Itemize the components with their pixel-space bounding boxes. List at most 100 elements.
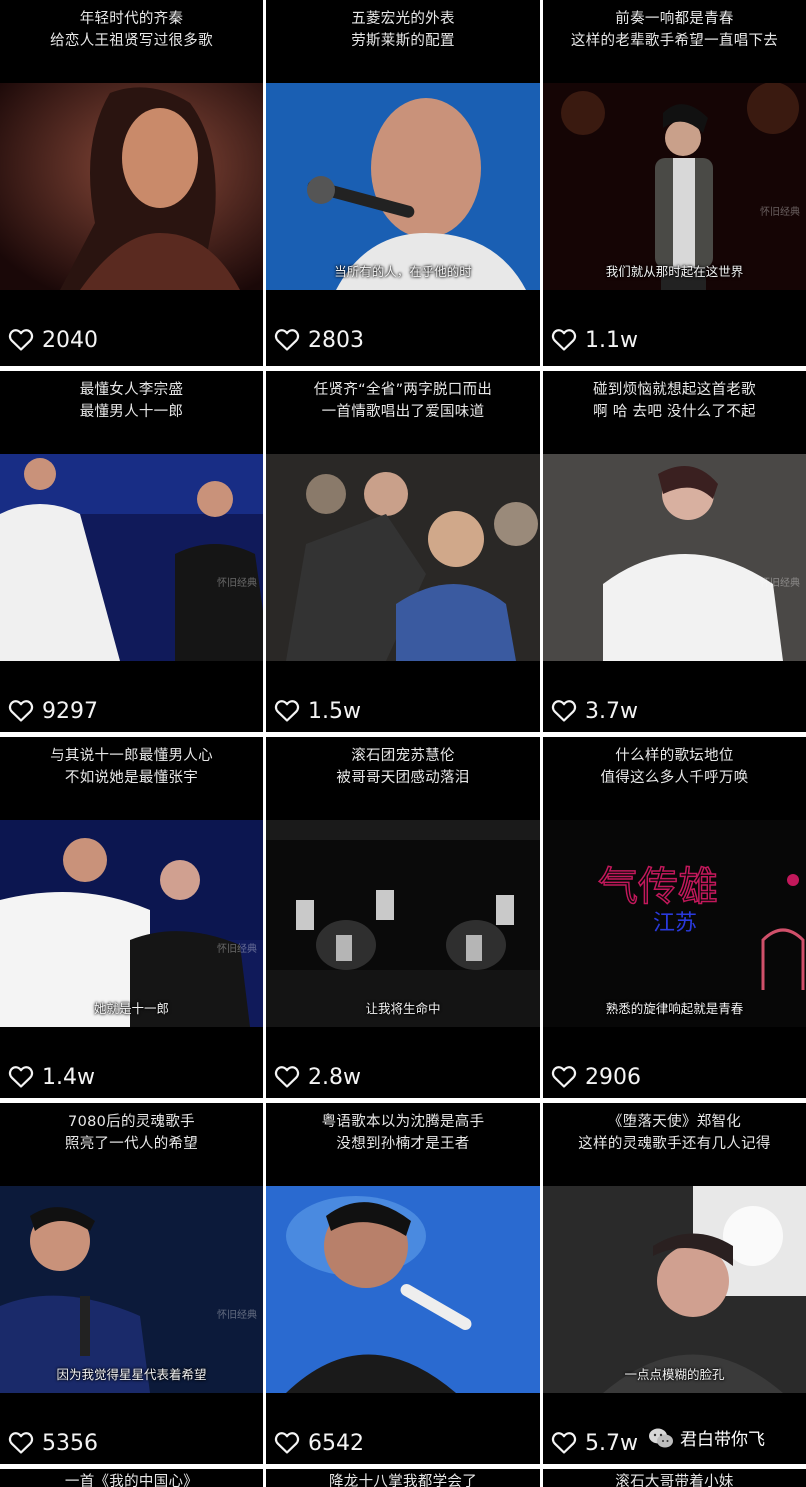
video-subtitle: 我们就从那时起在这世界 (605, 264, 744, 279)
video-thumbnail[interactable]: 我们就从那时起在这世界 怀旧经典 (543, 83, 806, 290)
thumbnail-image (266, 820, 540, 1027)
heart-outline-icon[interactable] (274, 1431, 300, 1455)
like-counter[interactable]: 1.1w (551, 326, 638, 354)
thumbnail-image (266, 454, 540, 661)
video-caption: 碰到烦恼就想起这首老歌啊 哈 去吧 没什么了不起 (543, 379, 806, 423)
video-card[interactable]: 一首《我的中国心》 (0, 1469, 263, 1487)
like-count: 2.8w (308, 1064, 361, 1090)
video-card[interactable]: 任贤齐“全省”两字脱口而出 一首情歌唱出了爱国味道 1.5w (266, 371, 540, 732)
thumbnail-image (266, 1186, 540, 1393)
like-counter[interactable]: 3.7w (551, 697, 638, 725)
video-thumbnail[interactable] (266, 454, 540, 661)
video-thumbnail[interactable]: 怀旧经典 (543, 454, 806, 661)
like-counter[interactable]: 5.7w (551, 1429, 638, 1457)
heart-outline-icon[interactable] (8, 1065, 34, 1089)
video-card[interactable]: 什么样的歌坛地位 值得这么多人千呼万唤 气传雄 江苏 熟悉的旋律响起就是青春 29… (543, 737, 806, 1098)
heart-outline-icon[interactable] (274, 328, 300, 352)
video-card[interactable]: 7080后的灵魂歌手 照亮了一代人的希望 因为我觉得星星代表着希望 怀旧经典 535… (0, 1103, 263, 1464)
account-watermark: 君白带你飞 (648, 1425, 765, 1450)
heart-outline-icon[interactable] (551, 328, 577, 352)
like-count: 1.1w (585, 327, 638, 353)
video-thumbnail[interactable] (266, 1186, 540, 1393)
like-counter[interactable]: 1.5w (274, 697, 361, 725)
video-thumbnail[interactable]: 气传雄 江苏 熟悉的旋律响起就是青春 (543, 820, 806, 1027)
caption-line: 7080后的灵魂歌手 (68, 1114, 195, 1130)
caption-line: 五菱宏光的外表 (351, 11, 455, 27)
video-card[interactable]: 与其说十一郎最懂男人心 不如说她是最懂张宇 她就是十一郎 怀旧经典 1.4w (0, 737, 263, 1098)
video-caption: 降龙十八掌我都学会了 (266, 1471, 540, 1487)
thumbnail-image: 气传雄 江苏 (543, 820, 806, 1027)
thumbnail-image (0, 454, 263, 661)
channel-watermark: 怀旧经典 (217, 578, 257, 589)
video-card[interactable]: 降龙十八掌我都学会了 (266, 1469, 540, 1487)
like-counter[interactable]: 2.8w (274, 1063, 361, 1091)
heart-outline-icon[interactable] (551, 1431, 577, 1455)
video-card[interactable]: 碰到烦恼就想起这首老歌啊 哈 去吧 没什么了不起 怀旧经典 3.7w (543, 371, 806, 732)
stage-sign-text: 江苏 (653, 911, 697, 936)
heart-outline-icon[interactable] (551, 699, 577, 723)
thumbnail-image (543, 1186, 806, 1393)
video-thumbnail[interactable]: 她就是十一郎 怀旧经典 (0, 820, 263, 1027)
video-card[interactable]: 年轻时代的齐秦 给恋人王祖贤写过很多歌 2040 (0, 0, 263, 366)
wechat-icon (649, 1428, 673, 1447)
channel-watermark: 怀旧经典 (217, 944, 257, 955)
video-card[interactable]: 粤语歌本以为沈腾是高手 没想到孙楠才是王者 6542 (266, 1103, 540, 1464)
video-caption: 7080后的灵魂歌手 照亮了一代人的希望 (0, 1111, 263, 1155)
caption-line: 最懂女人李宗盛 (79, 382, 184, 398)
video-card[interactable]: 五菱宏光的外表 劳斯莱斯的配置 当所有的人，在乎他的时 2803 (266, 0, 540, 366)
like-count: 3.7w (585, 698, 638, 724)
like-counter[interactable]: 2906 (551, 1063, 641, 1091)
video-caption: 最懂女人李宗盛 最懂男人十一郎 (0, 379, 263, 423)
channel-watermark: 怀旧经典 (760, 207, 800, 218)
like-count: 5356 (42, 1430, 98, 1456)
video-caption: 任贤齐“全省”两字脱口而出 一首情歌唱出了爱国味道 (266, 379, 540, 423)
like-counter[interactable]: 1.4w (8, 1063, 95, 1091)
like-counter[interactable]: 5356 (8, 1429, 98, 1457)
like-counter[interactable]: 9297 (8, 697, 98, 725)
caption-line: 任贤齐“全省”两字脱口而出 (313, 382, 493, 398)
video-card[interactable]: 前奏一响都是青春这样的老辈歌手希望一直唱下去 我们就从那时起在这世界 怀旧经典 1… (543, 0, 806, 366)
video-thumbnail[interactable] (0, 83, 263, 290)
stage-sign-text: 气传雄 (598, 864, 718, 910)
video-caption: 《堕落天使》郑智化 这样的灵魂歌手还有几人记得 (543, 1111, 806, 1155)
like-count: 6542 (308, 1430, 364, 1456)
heart-outline-icon[interactable] (8, 1431, 34, 1455)
caption-line: 降龙十八掌我都学会了 (329, 1474, 477, 1487)
like-count: 5.7w (585, 1430, 638, 1456)
like-counter[interactable]: 2040 (8, 326, 98, 354)
caption-line: 被哥哥天团感动落泪 (336, 770, 470, 786)
thumbnail-image (0, 1186, 263, 1393)
heart-outline-icon[interactable] (8, 328, 34, 352)
video-card[interactable]: 滚石大哥带着小妹 (543, 1469, 806, 1487)
caption-line: 年轻时代的齐秦 (79, 11, 184, 27)
video-thumbnail[interactable]: 当所有的人，在乎他的时 (266, 83, 540, 290)
caption-line: 照亮了一代人的希望 (64, 1136, 199, 1152)
video-thumbnail[interactable]: 一点点模糊的脸孔 (543, 1186, 806, 1393)
heart-outline-icon[interactable] (274, 699, 300, 723)
caption-line: 这样的老辈歌手希望一直唱下去 (570, 33, 779, 49)
caption-line: 粤语歌本以为沈腾是高手 (321, 1114, 485, 1130)
video-thumbnail[interactable]: 怀旧经典 (0, 454, 263, 661)
video-caption: 什么样的歌坛地位 值得这么多人千呼万唤 (543, 745, 806, 789)
video-card[interactable]: 《堕落天使》郑智化 这样的灵魂歌手还有几人记得 一点点模糊的脸孔 5.7w (543, 1103, 806, 1464)
heart-outline-icon[interactable] (8, 699, 34, 723)
like-count: 2906 (585, 1064, 641, 1090)
like-count: 9297 (42, 698, 98, 724)
video-subtitle: 当所有的人，在乎他的时 (334, 264, 472, 279)
caption-line: 前奏一响都是青春 (615, 11, 734, 27)
account-name: 君白带你飞 (680, 1430, 765, 1450)
caption-line: 这样的灵魂歌手还有几人记得 (578, 1136, 771, 1152)
video-thumbnail[interactable]: 因为我觉得星星代表着希望 怀旧经典 (0, 1186, 263, 1393)
caption-line: 一首情歌唱出了爱国味道 (321, 404, 485, 420)
heart-outline-icon[interactable] (274, 1065, 300, 1089)
heart-outline-icon[interactable] (551, 1065, 577, 1089)
video-thumbnail[interactable]: 让我将生命中 (266, 820, 540, 1027)
like-count: 2040 (42, 327, 98, 353)
caption-line: 滚石团宠苏慧伦 (351, 748, 455, 764)
like-counter[interactable]: 2803 (274, 326, 364, 354)
caption-line: 碰到烦恼就想起这首老歌 (593, 382, 756, 398)
video-card[interactable]: 最懂女人李宗盛 最懂男人十一郎 怀旧经典 9297 (0, 371, 263, 732)
video-card[interactable]: 滚石团宠苏慧伦 被哥哥天团感动落泪 让我将生命中 2.8w (266, 737, 540, 1098)
video-caption: 粤语歌本以为沈腾是高手 没想到孙楠才是王者 (266, 1111, 540, 1155)
like-counter[interactable]: 6542 (274, 1429, 364, 1457)
